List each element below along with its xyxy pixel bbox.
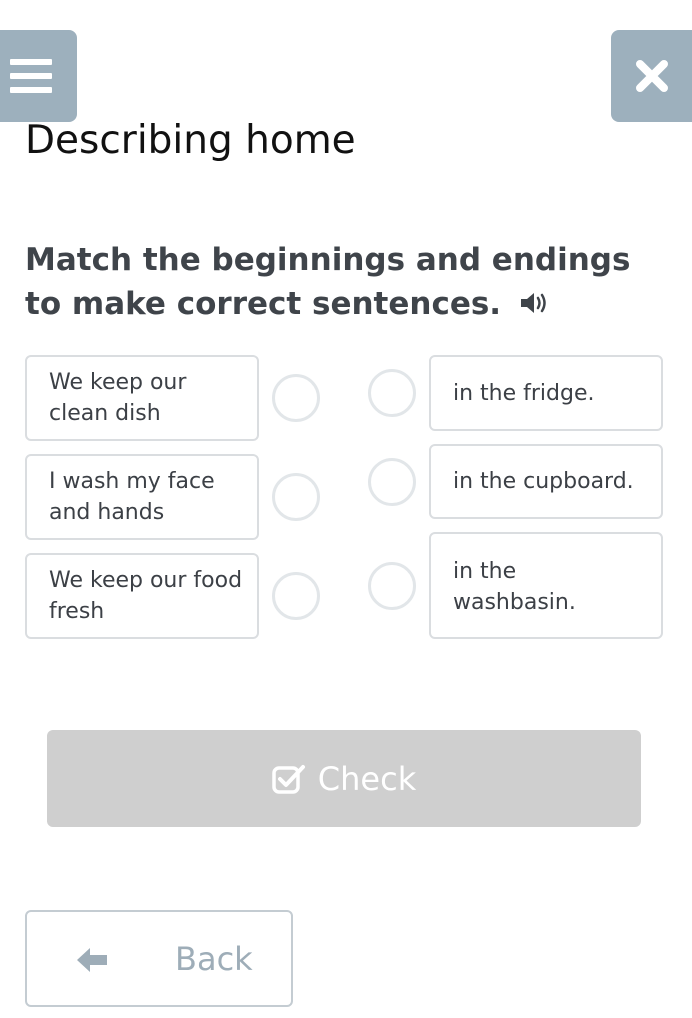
check-label: Check: [317, 759, 417, 798]
close-button[interactable]: [611, 30, 692, 122]
menu-button[interactable]: [0, 30, 77, 122]
page-title: Describing home: [25, 118, 356, 163]
beginning-card-2[interactable]: I wash my face and hands: [25, 454, 259, 540]
back-label: Back: [175, 940, 253, 978]
instruction-text: Match the beginnings and endings to make…: [25, 238, 645, 328]
ending-radio-2[interactable]: [368, 458, 416, 506]
speaker-icon[interactable]: [519, 284, 551, 328]
ending-radio-1[interactable]: [368, 369, 416, 417]
hamburger-icon-bar: [10, 73, 52, 79]
ending-text: in the washbasin.: [453, 559, 576, 615]
beginning-text: We keep our food fresh: [49, 568, 243, 624]
back-button[interactable]: Back: [25, 910, 293, 1007]
beginning-text: I wash my face and hands: [49, 469, 215, 525]
check-button[interactable]: Check: [47, 730, 641, 827]
beginning-card-1[interactable]: We keep our clean dish: [25, 355, 259, 441]
beginning-radio-3[interactable]: [272, 572, 320, 620]
hamburger-icon-bar: [10, 87, 52, 93]
beginning-radio-2[interactable]: [272, 473, 320, 521]
beginning-card-3[interactable]: We keep our food fresh: [25, 553, 259, 639]
close-icon: [635, 60, 668, 92]
ending-text: in the cupboard.: [453, 469, 634, 494]
ending-card-2[interactable]: in the cupboard.: [429, 444, 663, 519]
beginning-text: We keep our clean dish: [49, 370, 187, 426]
ending-radio-3[interactable]: [368, 562, 416, 610]
ending-text: in the fridge.: [453, 380, 595, 406]
checkbox-icon: [272, 764, 305, 794]
ending-card-1[interactable]: in the fridge.: [429, 355, 663, 431]
hamburger-icon: [10, 59, 52, 65]
exercise-page: Describing home Match the beginnings and…: [0, 0, 692, 1018]
beginning-radio-1[interactable]: [272, 374, 320, 422]
arrow-left-icon: [77, 948, 107, 972]
ending-card-3[interactable]: in the washbasin.: [429, 532, 663, 639]
